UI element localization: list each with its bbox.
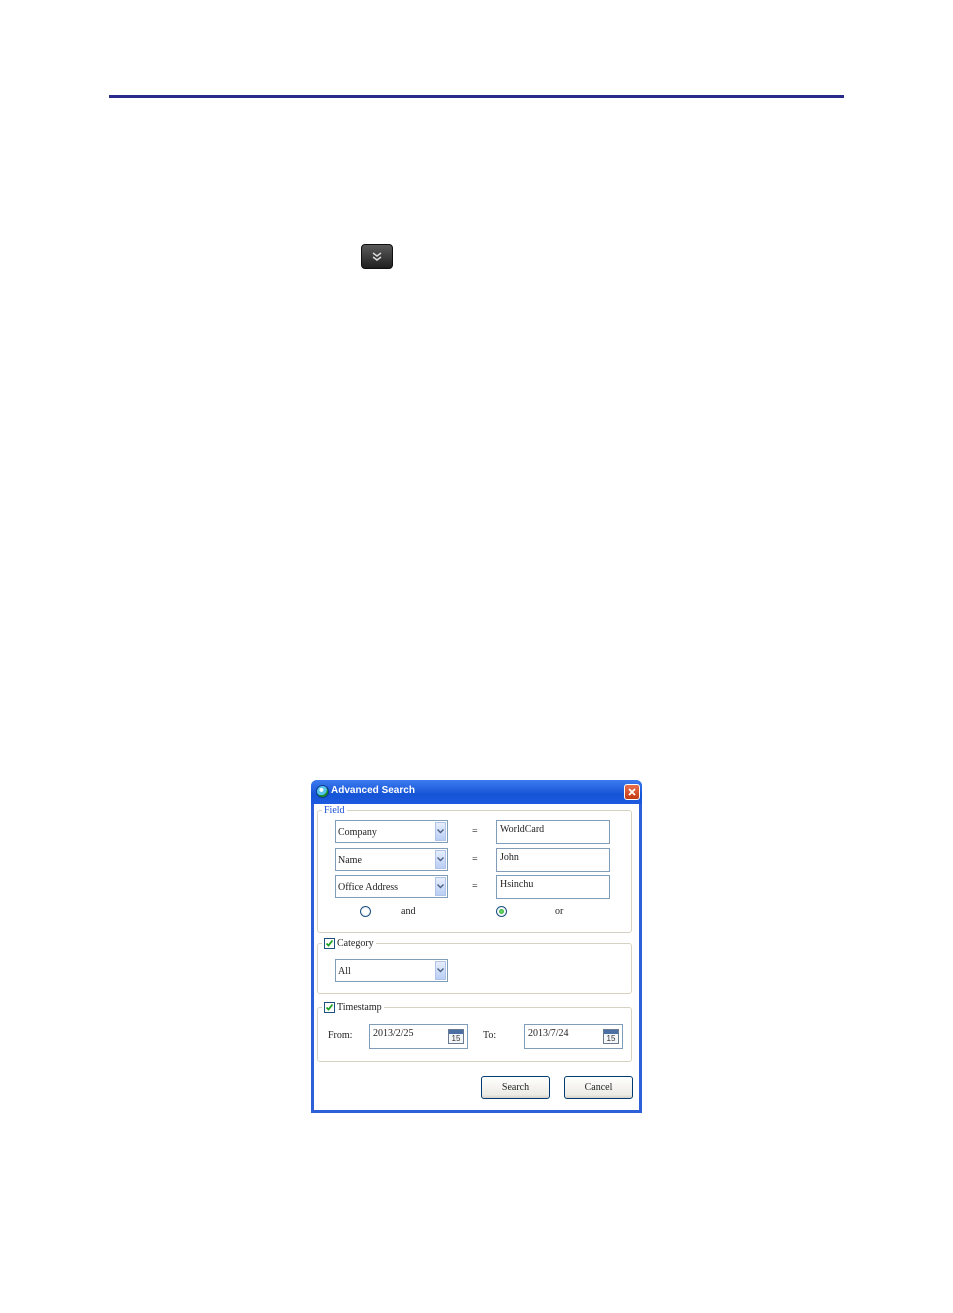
to-date-input[interactable]: 2013/7/24 15	[524, 1024, 623, 1049]
close-button[interactable]	[624, 784, 640, 800]
calendar-icon[interactable]: 15	[448, 1029, 464, 1044]
value-input-text: John	[500, 852, 519, 863]
checkmark-icon	[325, 1003, 334, 1011]
value-input-3[interactable]: Hsinchu	[496, 875, 610, 899]
category-checkbox[interactable]	[324, 938, 335, 949]
search-button[interactable]: Search	[481, 1076, 550, 1099]
from-date-input[interactable]: 2013/2/25 15	[369, 1024, 468, 1049]
calendar-icon-day: 15	[606, 1034, 616, 1043]
category-group: Category All	[317, 938, 632, 994]
calendar-icon-day: 15	[451, 1034, 461, 1043]
field-group-legend: Field	[322, 805, 347, 816]
value-input-text: WorldCard	[500, 824, 545, 835]
dropdown-arrow[interactable]	[435, 822, 446, 841]
operator-label: =	[472, 826, 478, 837]
worldcard-globe-icon	[316, 785, 329, 798]
timestamp-label: Timestamp	[337, 1002, 382, 1013]
from-date-value: 2013/2/25	[373, 1028, 414, 1039]
or-radio[interactable]	[496, 906, 507, 917]
category-group-legend: Category	[322, 938, 376, 949]
calendar-icon[interactable]: 15	[603, 1029, 619, 1044]
field-select-value: Company	[338, 827, 377, 838]
chevron-down-icon	[437, 829, 444, 834]
timestamp-group: Timestamp From: 2013/2/25 15 To: 2013/7/…	[317, 1002, 632, 1062]
value-input-text: Hsinchu	[500, 879, 534, 890]
and-radio-label: and	[401, 906, 416, 917]
advanced-search-dialog: Advanced Search Field Company = WorldCar…	[311, 780, 642, 1113]
to-label: To:	[483, 1030, 497, 1041]
double-chevron-down-icon	[372, 251, 382, 261]
checkmark-icon	[325, 939, 334, 947]
header-rule	[109, 95, 844, 98]
field-select-1[interactable]: Company	[335, 820, 448, 843]
chevron-down-icon	[437, 857, 444, 862]
category-label: Category	[337, 938, 374, 949]
field-select-value: Name	[338, 855, 362, 866]
value-input-2[interactable]: John	[496, 848, 610, 872]
field-select-2[interactable]: Name	[335, 848, 448, 871]
chevron-down-icon	[437, 884, 444, 889]
category-select[interactable]: All	[335, 959, 448, 982]
field-select-value: Office Address	[338, 882, 399, 893]
to-date-value: 2013/7/24	[528, 1028, 569, 1039]
timestamp-group-legend: Timestamp	[322, 1002, 384, 1013]
from-label: From:	[328, 1030, 353, 1041]
dropdown-arrow[interactable]	[435, 850, 446, 869]
dialog-titlebar[interactable]: Advanced Search	[311, 780, 642, 804]
field-select-3[interactable]: Office Address	[335, 875, 448, 898]
field-group: Field Company = WorldCard Name = John Of…	[317, 805, 632, 933]
value-input-1[interactable]: WorldCard	[496, 820, 610, 844]
close-icon	[628, 788, 636, 796]
timestamp-checkbox[interactable]	[324, 1002, 335, 1013]
operator-label: =	[472, 881, 478, 892]
or-radio-label: or	[555, 906, 564, 917]
dialog-client-area: Field Company = WorldCard Name = John Of…	[314, 804, 639, 1110]
cancel-button[interactable]: Cancel	[564, 1076, 633, 1099]
and-radio[interactable]	[360, 906, 371, 917]
chevron-down-icon	[437, 968, 444, 973]
dropdown-arrow[interactable]	[435, 877, 446, 896]
dialog-title: Advanced Search	[331, 785, 415, 796]
operator-label: =	[472, 854, 478, 865]
expand-button[interactable]	[361, 244, 393, 269]
category-select-value: All	[338, 966, 351, 977]
dropdown-arrow[interactable]	[435, 961, 446, 980]
